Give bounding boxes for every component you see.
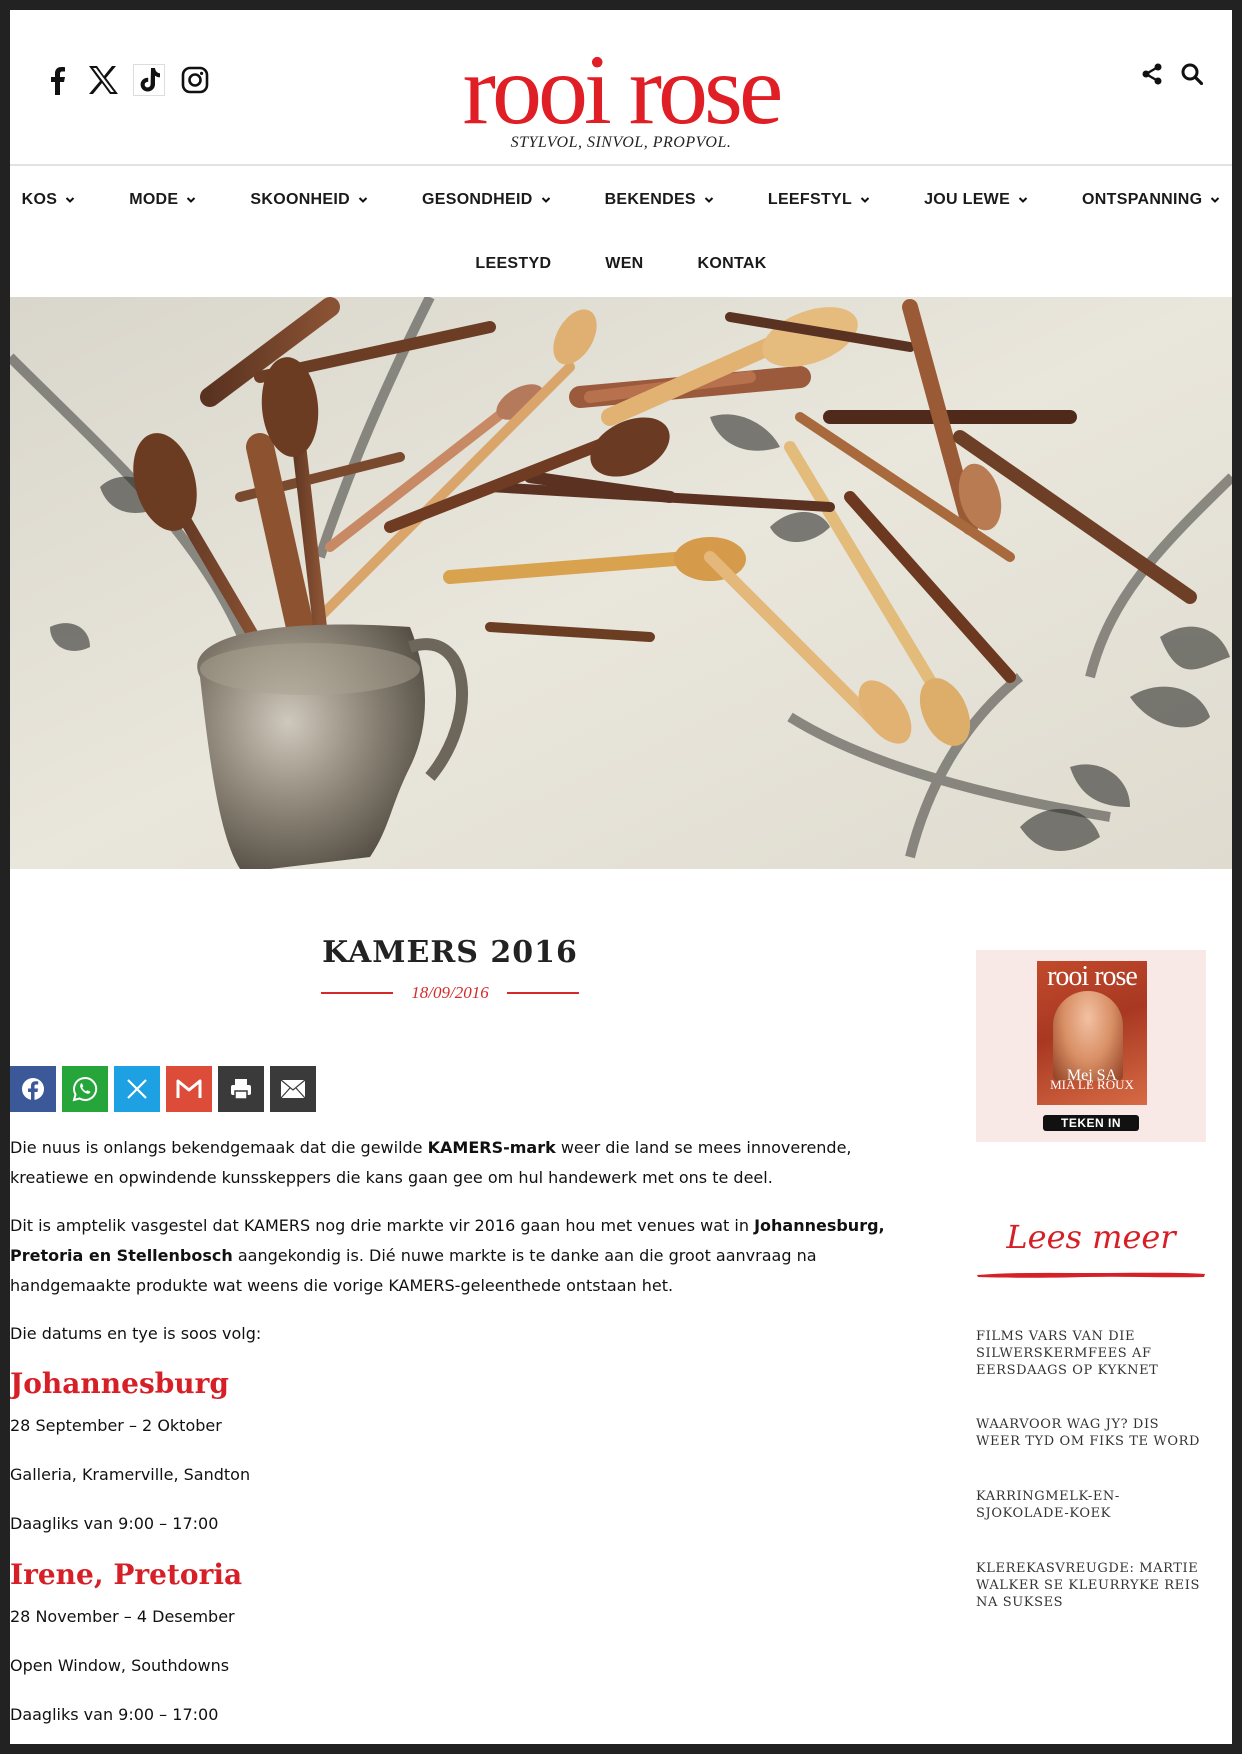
nav-item-jou-lewe[interactable]: JOU LEWE (897, 191, 1055, 209)
event-city-heading: Irene, Pretoria (10, 1558, 243, 1591)
share-email-button[interactable] (270, 1066, 316, 1112)
paragraph: Die datums en tye is soos volg: (10, 1324, 262, 1343)
nav-row-secondary: LEESTYD WEN KONTAK (10, 232, 1232, 296)
nav-item-ontspanning[interactable]: ONTSPANNING (1055, 191, 1232, 209)
brush-underline (977, 1272, 1205, 1278)
sidebar: rooi rose Mej SA MIA LE ROUX TEKEN IN Le… (976, 950, 1206, 1610)
event-venue: Galleria, Kramerville, Sandton (10, 1465, 251, 1484)
nav-item-label: WEN (605, 255, 644, 272)
nav-item-label: ONTSPANNING (1082, 191, 1203, 208)
event-city-heading: Johannesburg (10, 1367, 229, 1400)
print-icon (231, 1079, 251, 1100)
hero-spoons-illustration (10, 297, 1232, 869)
subscribe-button[interactable]: TEKEN IN (1043, 1115, 1139, 1131)
chevron-down-icon (187, 197, 196, 203)
read-more-heading: Lees meer (1006, 1218, 1176, 1256)
search-icon[interactable] (1180, 62, 1204, 86)
site-logo[interactable]: rooi rose (10, 40, 1232, 140)
nav-item-label: LEESTYD (475, 255, 552, 272)
nav-item-label: LEEFSTYL (767, 191, 853, 208)
nav-item-label: JOU LEWE (924, 191, 1011, 208)
nav-item-leefstyl[interactable]: LEEFSTYL (741, 191, 897, 209)
divider (506, 992, 579, 994)
related-article-link[interactable]: WAARVOOR WAG JY? DIS WEER TYD OM FIKS TE… (976, 1416, 1206, 1450)
article-date-row: 18/09/2016 (10, 983, 890, 1003)
event-hours: Daagliks van 9:00 – 17:00 (10, 1514, 219, 1533)
related-article-link[interactable]: FILMS VARS VAN DIE SILWERSKERMFEES AF EE… (976, 1328, 1206, 1379)
nav-row-primary: KOS MODE SKOONHEID GESONDHEID BEKENDES LEEFST… (10, 168, 1232, 232)
chevron-down-icon (704, 197, 714, 203)
nav-item-label: GESONDHEID (422, 191, 533, 208)
site-header: rooi rose STYLVOL, SINVOL, PROPVOL. (10, 10, 1232, 166)
nav-item-label: KONTAK (697, 255, 767, 272)
chevron-down-icon (860, 197, 870, 203)
chevron-down-icon (1211, 197, 1220, 203)
related-article-link[interactable]: KARRINGMELK-EN-SJOKOLADE-KOEK (976, 1488, 1206, 1522)
x-icon (127, 1079, 147, 1099)
share-facebook-button[interactable] (10, 1066, 56, 1112)
event-dates: 28 November – 4 Desember (10, 1607, 235, 1626)
nav-item-label: MODE (129, 191, 179, 208)
nav-item-wen[interactable]: WEN (578, 255, 670, 273)
event-venue: Open Window, Southdowns (10, 1656, 230, 1675)
chevron-down-icon (65, 197, 75, 203)
site-tagline: STYLVOL, SINVOL, PROPVOL. (510, 134, 732, 151)
magazine-cover[interactable]: rooi rose Mej SA MIA LE ROUX (1037, 961, 1147, 1105)
chevron-down-icon (358, 197, 368, 203)
cover-logo: rooi rose (1047, 961, 1138, 992)
print-button[interactable] (218, 1066, 264, 1112)
nav-item-label: SKOONHEID (250, 191, 350, 208)
nav-item-bekendes[interactable]: BEKENDES (578, 191, 741, 209)
divider (321, 992, 394, 994)
cover-name: MIA LE ROUX (1050, 1077, 1134, 1092)
nav-item-mode[interactable]: MODE (102, 191, 223, 209)
bold-text: KAMERS-mark (427, 1138, 556, 1157)
chevron-down-icon (541, 197, 550, 203)
email-icon (280, 1079, 306, 1099)
magazine-subscribe-widget[interactable]: rooi rose Mej SA MIA LE ROUX TEKEN IN (976, 950, 1206, 1142)
article-body: Die nuus is onlangs bekendgemaak dat die… (10, 1133, 890, 1744)
share-icon[interactable] (1140, 62, 1164, 86)
gmail-icon (176, 1079, 202, 1098)
page-frame: rooi rose STYLVOL, SINVOL, PROPVOL. KOS M… (10, 10, 1232, 1744)
article-date: 18/09/2016 (411, 983, 489, 1002)
nav-item-kontak[interactable]: KONTAK (671, 255, 794, 273)
nav-item-label: KOS (21, 191, 58, 208)
nav-item-skoonheid[interactable]: SKOONHEID (223, 191, 395, 209)
share-gmail-button[interactable] (166, 1066, 212, 1112)
hero-image (10, 297, 1232, 869)
logo-block[interactable]: rooi rose STYLVOL, SINVOL, PROPVOL. (10, 40, 1232, 152)
facebook-icon (22, 1078, 44, 1101)
event-hours: Daagliks van 9:00 – 17:00 (10, 1705, 219, 1724)
share-x-button[interactable] (114, 1066, 160, 1112)
article-title: KAMERS 2016 (322, 935, 578, 970)
share-bar (10, 1066, 316, 1112)
chevron-down-icon (1018, 197, 1028, 203)
related-article-link[interactable]: KLEREKASVREUGDE: MARTIE WALKER SE KLEURR… (976, 1560, 1206, 1611)
nav-item-leestyd[interactable]: LEESTYD (448, 255, 578, 273)
share-whatsapp-button[interactable] (62, 1066, 108, 1112)
paragraph: Die nuus is onlangs bekendgemaak dat die… (10, 1138, 852, 1187)
event-dates: 28 September – 2 Oktober (10, 1416, 222, 1435)
main-navigation: KOS MODE SKOONHEID GESONDHEID BEKENDES LEEFST… (10, 168, 1232, 296)
nav-item-label: BEKENDES (604, 191, 696, 208)
paragraph: Dit is amptelik vasgestel dat KAMERS nog… (10, 1216, 885, 1295)
whatsapp-icon (72, 1076, 98, 1102)
header-tools (1140, 62, 1204, 86)
nav-item-kos[interactable]: KOS (10, 191, 102, 209)
nav-item-gesondheid[interactable]: GESONDHEID (395, 191, 578, 209)
